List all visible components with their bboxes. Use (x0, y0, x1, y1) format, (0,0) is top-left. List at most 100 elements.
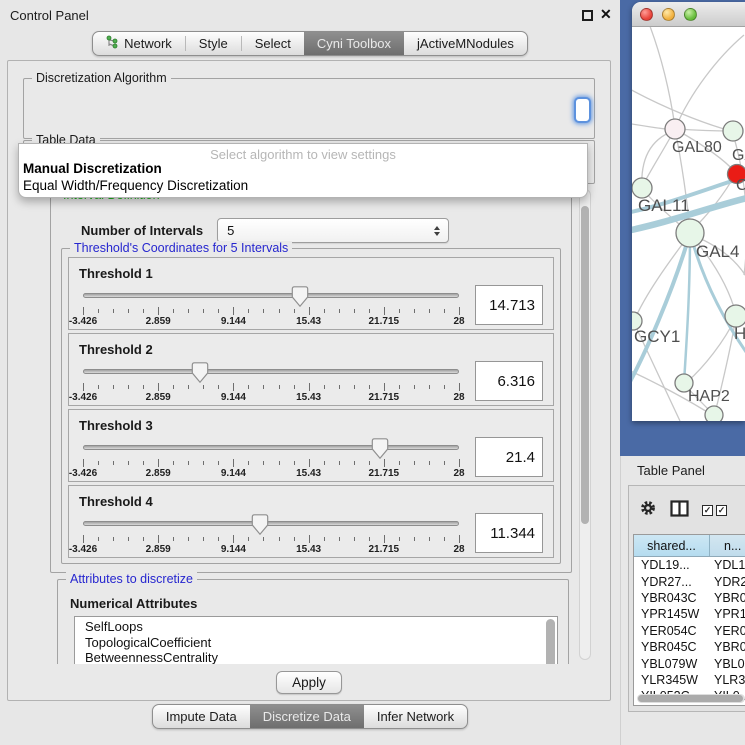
cell-shared-name[interactable]: YBL079W (634, 657, 710, 671)
split-columns-icon[interactable] (670, 500, 689, 522)
cell-shared-name[interactable]: YPR145W (634, 607, 710, 621)
gear-icon[interactable] (639, 499, 657, 522)
threshold-slider[interactable]: -3.4262.8599.14415.4321.71528 (83, 513, 459, 563)
slider-thumb-icon[interactable] (251, 514, 268, 535)
tab-infer-network[interactable]: Infer Network (364, 705, 467, 728)
slider-track[interactable] (83, 521, 459, 526)
threshold-row: Threshold 4-3.4262.8599.14415.4321.71528… (68, 485, 554, 558)
cell-shared-name[interactable]: YBR043C (634, 591, 710, 605)
group-label-discretization-algorithm: Discretization Algorithm (32, 71, 171, 85)
num-intervals-combobox[interactable]: 5 (217, 218, 449, 243)
menu-item-manual-discretization[interactable]: Manual Discretization (19, 161, 587, 178)
table-horizontal-scrollbar[interactable] (637, 694, 745, 703)
cell-name[interactable]: YPR1... (710, 607, 745, 621)
attribute-list-item[interactable]: BetweennessCentrality (85, 650, 557, 664)
network-icon (106, 35, 118, 52)
slider-scale: -3.4262.8599.14415.4321.71528 (83, 544, 459, 556)
table-hscrollbar-thumb[interactable] (638, 695, 743, 702)
table-panel-inset: ✓ ✓ shared... n... YDL19...YDL1...YDR27.… (628, 485, 745, 712)
panel-scrollbar[interactable] (579, 189, 591, 660)
slider-ticks (83, 306, 459, 315)
float-icon[interactable] (582, 10, 593, 21)
slider-scale: -3.4262.8599.14415.4321.71528 (83, 468, 459, 480)
table-row[interactable]: YBL079WYBL0... (634, 655, 745, 671)
tab-network[interactable]: Network (93, 32, 185, 55)
table-row[interactable]: YPR145WYPR1... (634, 606, 745, 622)
threshold-slider[interactable]: -3.4262.8599.14415.4321.71528 (83, 285, 459, 335)
node-label: GCY1 (634, 327, 680, 346)
node-label: HAP2 (688, 388, 730, 405)
threshold-slider[interactable]: -3.4262.8599.14415.4321.71528 (83, 361, 459, 411)
tab-impute-data[interactable]: Impute Data (153, 705, 250, 728)
table-row[interactable]: YLR345WYLR3... (634, 672, 745, 688)
slider-thumb-icon[interactable] (191, 362, 208, 383)
slider-track[interactable] (83, 445, 459, 450)
attributes-list[interactable]: SelfLoopsTopologicalCoefficientBetweenne… (74, 616, 558, 664)
cell-name[interactable]: YBR0... (710, 640, 745, 654)
column-header-name[interactable]: n... (710, 535, 745, 556)
tab-discretize-data[interactable]: Discretize Data (250, 705, 364, 728)
group-interval-definition: Interval Definition Number of Intervals … (50, 195, 572, 573)
network-window: GAL80 GA C GAL11 GAL4 GCY1 H HAP2 (632, 2, 745, 421)
threshold-slider[interactable]: -3.4262.8599.14415.4321.71528 (83, 437, 459, 487)
node-label: C (736, 177, 745, 194)
threshold-row: Threshold 3-3.4262.8599.14415.4321.71528… (68, 409, 554, 482)
cell-name[interactable]: YER0... (710, 624, 745, 638)
cell-shared-name[interactable]: YER054C (634, 624, 710, 638)
tab-style[interactable]: Style (186, 32, 241, 55)
node-bottom (705, 406, 723, 421)
algorithm-combo-focus-ring[interactable] (574, 97, 591, 123)
cell-name[interactable]: YDR2... (710, 575, 745, 589)
slider-track[interactable] (83, 293, 459, 298)
tab-select[interactable]: Select (242, 32, 304, 55)
threshold-value-field[interactable]: 11.344 (475, 513, 543, 553)
apply-button[interactable]: Apply (276, 671, 342, 694)
table-toolbar: ✓ ✓ (629, 486, 745, 526)
checkbox-checked-icon[interactable]: ✓ (702, 505, 713, 516)
tab-cyni-toolbox[interactable]: Cyni Toolbox (304, 32, 404, 55)
column-visibility-icons[interactable]: ✓ ✓ (702, 505, 727, 516)
tab-jactivemnodules[interactable]: jActiveMNodules (404, 32, 527, 55)
cell-shared-name[interactable]: YDR27... (634, 575, 710, 589)
threshold-value-field[interactable]: 21.4 (475, 437, 543, 477)
cell-name[interactable]: YBL0... (710, 657, 745, 671)
numerical-attributes-label: Numerical Attributes (70, 596, 568, 611)
cell-shared-name[interactable]: YBR045C (634, 640, 710, 654)
checkbox-checked-icon[interactable]: ✓ (716, 505, 727, 516)
close-traffic-light-icon[interactable] (640, 8, 653, 21)
attribute-list-item[interactable]: SelfLoops (85, 619, 557, 635)
attribute-list-item[interactable]: TopologicalCoefficient (85, 635, 557, 651)
table-row[interactable]: YBR045CYBR0... (634, 639, 745, 655)
slider-thumb-icon[interactable] (292, 286, 309, 307)
panel-scrollbar-thumb[interactable] (581, 206, 589, 524)
menu-item-equal-width-frequency[interactable]: Equal Width/Frequency Discretization (19, 178, 587, 195)
node-gal80 (665, 119, 685, 139)
cell-name[interactable]: YLR3... (710, 673, 745, 687)
cell-shared-name[interactable]: YDL19... (634, 558, 710, 572)
num-intervals-value: 5 (227, 223, 234, 238)
cyni-toolbox-panel: Discretization Algorithm Select algorith… (7, 60, 611, 701)
column-header-shared-name[interactable]: shared... (634, 535, 710, 556)
table-row[interactable]: YBR043CYBR0... (634, 590, 745, 606)
threshold-value-field[interactable]: 14.713 (475, 285, 543, 325)
table-row[interactable]: YDR27...YDR2... (634, 573, 745, 589)
slider-track[interactable] (83, 369, 459, 374)
table-panel: Table Panel ✓ ✓ sh (620, 456, 745, 745)
network-canvas[interactable]: GAL80 GA C GAL11 GAL4 GCY1 H HAP2 (632, 27, 745, 421)
minimize-traffic-light-icon[interactable] (662, 8, 675, 21)
close-icon[interactable]: ✕ (600, 6, 612, 23)
table-row[interactable]: YER054CYER0... (634, 623, 745, 639)
cell-name[interactable]: YDL1... (710, 558, 745, 572)
control-panel: Control Panel ✕ Network Style Select (0, 0, 620, 733)
list-scrollbar[interactable] (546, 619, 555, 664)
node-label: GAL80 (672, 139, 722, 156)
cell-shared-name[interactable]: YLR345W (634, 673, 710, 687)
combo-spinner-icon (434, 226, 440, 236)
zoom-traffic-light-icon[interactable] (684, 8, 697, 21)
threshold-value-field[interactable]: 6.316 (475, 361, 543, 401)
slider-thumb-icon[interactable] (372, 438, 389, 459)
table-row[interactable]: YDL19...YDL1... (634, 557, 745, 573)
cell-name[interactable]: YBR0... (710, 591, 745, 605)
table-header-row: shared... n... (634, 535, 745, 557)
panel-title: Control Panel (10, 8, 89, 23)
